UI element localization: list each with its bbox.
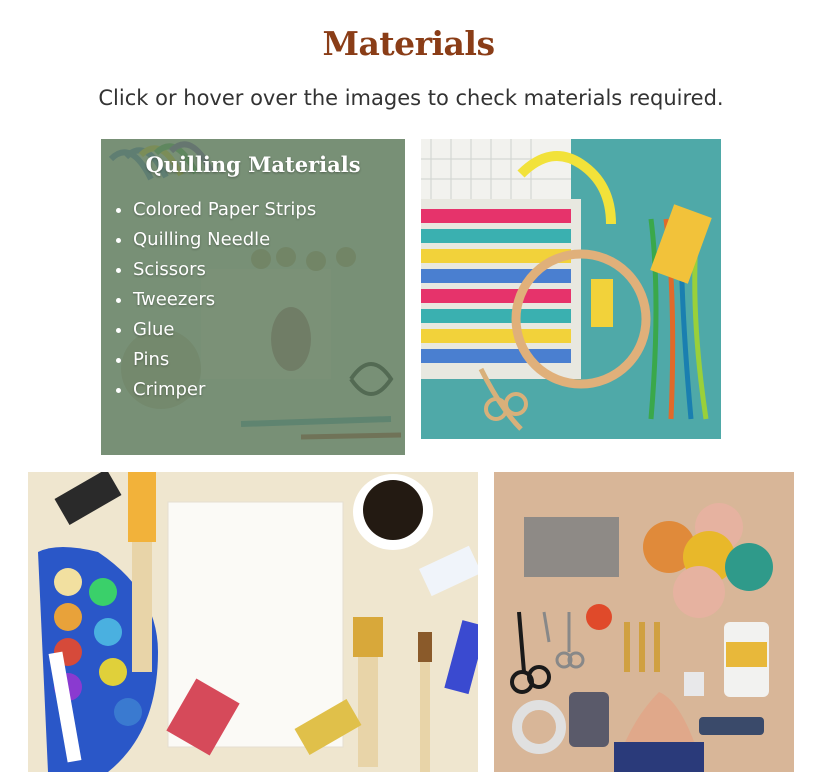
cross-stitch-photo (421, 139, 721, 439)
list-item: Colored Paper Strips (133, 195, 316, 225)
quilling-materials-list: Colored Paper Strips Quilling Needle Sci… (113, 195, 316, 405)
list-item: Glue (133, 315, 316, 345)
painting-photo (28, 472, 478, 772)
felting-materials-tile[interactable] (494, 472, 794, 772)
list-item: Scissors (133, 255, 316, 285)
felting-photo (494, 472, 794, 772)
page-subtitle: Click or hover over the images to check … (98, 86, 724, 110)
list-item: Tweezers (133, 285, 316, 315)
page-title: Materials (322, 24, 495, 63)
quilling-heading: Quilling Materials (145, 152, 361, 177)
painting-materials-tile[interactable] (28, 472, 478, 772)
quilling-materials-tile[interactable]: Quilling Materials Colored Paper Strips … (101, 139, 405, 455)
list-item: Quilling Needle (133, 225, 316, 255)
list-item: Crimper (133, 375, 316, 405)
quilling-overlay: Quilling Materials Colored Paper Strips … (101, 139, 405, 455)
materials-page: Materials Click or hover over the images… (0, 0, 817, 777)
list-item: Pins (133, 345, 316, 375)
cross-stitch-materials-tile[interactable] (421, 139, 721, 439)
